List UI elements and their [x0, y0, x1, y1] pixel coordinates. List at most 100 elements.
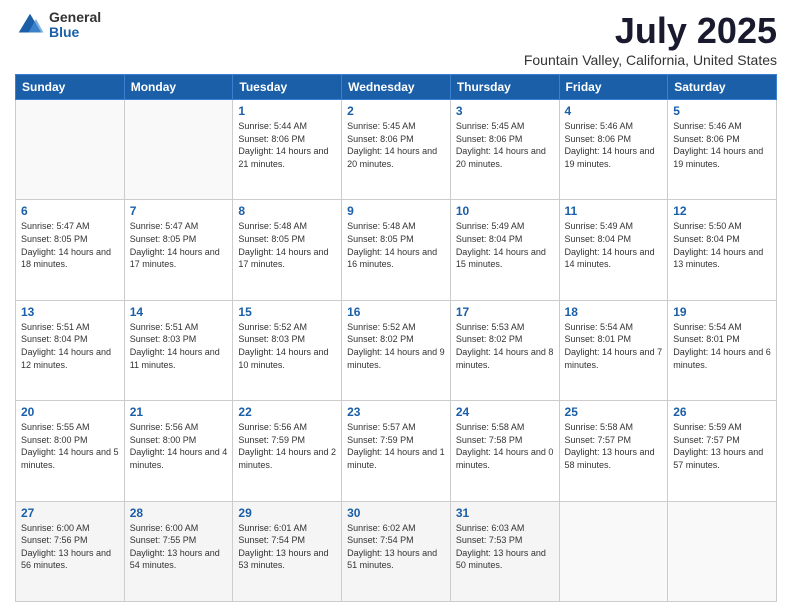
day-number: 15 [238, 305, 336, 319]
weekday-header: Friday [559, 75, 668, 100]
calendar-table: SundayMondayTuesdayWednesdayThursdayFrid… [15, 74, 777, 602]
calendar-cell: 4 Sunrise: 5:46 AM Sunset: 8:06 PM Daylig… [559, 100, 668, 200]
calendar-cell: 23Sunrise: 5:57 AM Sunset: 7:59 PM Dayli… [342, 401, 451, 501]
day-info: Sunrise: 5:46 AM Sunset: 8:06 PM Dayligh… [565, 120, 663, 170]
calendar-cell: 27Sunrise: 6:00 AM Sunset: 7:56 PM Dayli… [16, 501, 125, 601]
day-number: 2 [347, 104, 445, 118]
day-info: Sunrise: 5:47 AM Sunset: 8:05 PM Dayligh… [21, 220, 119, 270]
day-info: Sunrise: 6:03 AM Sunset: 7:53 PM Dayligh… [456, 522, 554, 572]
logo: General Blue [15, 10, 101, 41]
day-number: 24 [456, 405, 554, 419]
day-info: Sunrise: 5:45 AM Sunset: 8:06 PM Dayligh… [456, 120, 554, 170]
calendar-cell: 30 Sunrise: 6:02 AM Sunset: 7:54 PM Dayli… [342, 501, 451, 601]
calendar-cell: 6Sunrise: 5:47 AM Sunset: 8:05 PM Daylig… [16, 200, 125, 300]
day-info: Sunrise: 5:53 AM Sunset: 8:02 PM Dayligh… [456, 321, 554, 371]
day-info: Sunrise: 6:00 AM Sunset: 7:55 PM Dayligh… [130, 522, 228, 572]
day-number: 14 [130, 305, 228, 319]
day-number: 30 [347, 506, 445, 520]
calendar-cell [124, 100, 233, 200]
calendar-cell: 3 Sunrise: 5:45 AM Sunset: 8:06 PM Daylig… [450, 100, 559, 200]
day-info: Sunrise: 5:50 AM Sunset: 8:04 PM Dayligh… [673, 220, 771, 270]
title-block: July 2025 Fountain Valley, California, U… [524, 10, 777, 68]
day-info: Sunrise: 5:52 AM Sunset: 8:03 PM Dayligh… [238, 321, 336, 371]
main-title: July 2025 [524, 10, 777, 52]
day-info: Sunrise: 5:52 AM Sunset: 8:02 PM Dayligh… [347, 321, 445, 371]
calendar-cell: 29 Sunrise: 6:01 AM Sunset: 7:54 PM Dayli… [233, 501, 342, 601]
calendar-cell: 13 Sunrise: 5:51 AM Sunset: 8:04 PM Dayli… [16, 300, 125, 400]
weekday-header: Monday [124, 75, 233, 100]
day-info: Sunrise: 5:48 AM Sunset: 8:05 PM Dayligh… [238, 220, 336, 270]
calendar-week-row: 27Sunrise: 6:00 AM Sunset: 7:56 PM Dayli… [16, 501, 777, 601]
day-number: 22 [238, 405, 336, 419]
weekday-row: SundayMondayTuesdayWednesdayThursdayFrid… [16, 75, 777, 100]
day-number: 31 [456, 506, 554, 520]
day-number: 18 [565, 305, 663, 319]
weekday-header: Sunday [16, 75, 125, 100]
day-info: Sunrise: 5:48 AM Sunset: 8:05 PM Dayligh… [347, 220, 445, 270]
calendar-cell: 24 Sunrise: 5:58 AM Sunset: 7:58 PM Dayli… [450, 401, 559, 501]
day-info: Sunrise: 6:00 AM Sunset: 7:56 PM Dayligh… [21, 522, 119, 572]
calendar-cell: 21 Sunrise: 5:56 AM Sunset: 8:00 PM Dayli… [124, 401, 233, 501]
day-number: 23 [347, 405, 445, 419]
day-number: 25 [565, 405, 663, 419]
calendar-cell: 9 Sunrise: 5:48 AM Sunset: 8:05 PM Daylig… [342, 200, 451, 300]
day-info: Sunrise: 5:55 AM Sunset: 8:00 PM Dayligh… [21, 421, 119, 471]
weekday-header: Tuesday [233, 75, 342, 100]
day-info: Sunrise: 5:45 AM Sunset: 8:06 PM Dayligh… [347, 120, 445, 170]
calendar-body: 1 Sunrise: 5:44 AM Sunset: 8:06 PM Daylig… [16, 100, 777, 602]
calendar-cell [16, 100, 125, 200]
calendar-week-row: 1 Sunrise: 5:44 AM Sunset: 8:06 PM Daylig… [16, 100, 777, 200]
day-info: Sunrise: 5:51 AM Sunset: 8:04 PM Dayligh… [21, 321, 119, 371]
day-info: Sunrise: 5:58 AM Sunset: 7:58 PM Dayligh… [456, 421, 554, 471]
calendar-cell: 22 Sunrise: 5:56 AM Sunset: 7:59 PM Dayli… [233, 401, 342, 501]
day-number: 16 [347, 305, 445, 319]
day-info: Sunrise: 6:01 AM Sunset: 7:54 PM Dayligh… [238, 522, 336, 572]
calendar-cell: 16 Sunrise: 5:52 AM Sunset: 8:02 PM Dayli… [342, 300, 451, 400]
day-number: 4 [565, 104, 663, 118]
day-number: 1 [238, 104, 336, 118]
day-number: 13 [21, 305, 119, 319]
calendar-cell: 15 Sunrise: 5:52 AM Sunset: 8:03 PM Dayli… [233, 300, 342, 400]
weekday-header: Saturday [668, 75, 777, 100]
day-number: 3 [456, 104, 554, 118]
day-info: Sunrise: 5:56 AM Sunset: 8:00 PM Dayligh… [130, 421, 228, 471]
day-info: Sunrise: 6:02 AM Sunset: 7:54 PM Dayligh… [347, 522, 445, 572]
day-info: Sunrise: 5:56 AM Sunset: 7:59 PM Dayligh… [238, 421, 336, 471]
day-info: Sunrise: 5:51 AM Sunset: 8:03 PM Dayligh… [130, 321, 228, 371]
calendar-cell [559, 501, 668, 601]
calendar-cell: 19 Sunrise: 5:54 AM Sunset: 8:01 PM Dayli… [668, 300, 777, 400]
day-number: 5 [673, 104, 771, 118]
page: General Blue July 2025 Fountain Valley, … [0, 0, 792, 612]
calendar-cell: 28 Sunrise: 6:00 AM Sunset: 7:55 PM Dayli… [124, 501, 233, 601]
subtitle: Fountain Valley, California, United Stat… [524, 52, 777, 68]
logo-icon [15, 10, 45, 40]
day-number: 29 [238, 506, 336, 520]
weekday-header: Wednesday [342, 75, 451, 100]
calendar-header: SundayMondayTuesdayWednesdayThursdayFrid… [16, 75, 777, 100]
header: General Blue July 2025 Fountain Valley, … [15, 10, 777, 68]
calendar-cell: 18 Sunrise: 5:54 AM Sunset: 8:01 PM Dayli… [559, 300, 668, 400]
calendar-cell: 8Sunrise: 5:48 AM Sunset: 8:05 PM Daylig… [233, 200, 342, 300]
day-info: Sunrise: 5:59 AM Sunset: 7:57 PM Dayligh… [673, 421, 771, 471]
calendar-cell: 31 Sunrise: 6:03 AM Sunset: 7:53 PM Dayli… [450, 501, 559, 601]
day-info: Sunrise: 5:54 AM Sunset: 8:01 PM Dayligh… [673, 321, 771, 371]
calendar-week-row: 6Sunrise: 5:47 AM Sunset: 8:05 PM Daylig… [16, 200, 777, 300]
calendar-cell: 5 Sunrise: 5:46 AM Sunset: 8:06 PM Daylig… [668, 100, 777, 200]
day-info: Sunrise: 5:46 AM Sunset: 8:06 PM Dayligh… [673, 120, 771, 170]
calendar-week-row: 13 Sunrise: 5:51 AM Sunset: 8:04 PM Dayli… [16, 300, 777, 400]
day-info: Sunrise: 5:54 AM Sunset: 8:01 PM Dayligh… [565, 321, 663, 371]
calendar-cell [668, 501, 777, 601]
day-info: Sunrise: 5:44 AM Sunset: 8:06 PM Dayligh… [238, 120, 336, 170]
day-number: 17 [456, 305, 554, 319]
day-info: Sunrise: 5:58 AM Sunset: 7:57 PM Dayligh… [565, 421, 663, 471]
calendar-cell: 26Sunrise: 5:59 AM Sunset: 7:57 PM Dayli… [668, 401, 777, 501]
calendar-cell: 7Sunrise: 5:47 AM Sunset: 8:05 PM Daylig… [124, 200, 233, 300]
logo-general-text: General [49, 10, 101, 25]
day-number: 28 [130, 506, 228, 520]
calendar-week-row: 20Sunrise: 5:55 AM Sunset: 8:00 PM Dayli… [16, 401, 777, 501]
day-number: 21 [130, 405, 228, 419]
calendar-cell: 2 Sunrise: 5:45 AM Sunset: 8:06 PM Daylig… [342, 100, 451, 200]
day-number: 9 [347, 204, 445, 218]
day-info: Sunrise: 5:49 AM Sunset: 8:04 PM Dayligh… [456, 220, 554, 270]
day-number: 19 [673, 305, 771, 319]
